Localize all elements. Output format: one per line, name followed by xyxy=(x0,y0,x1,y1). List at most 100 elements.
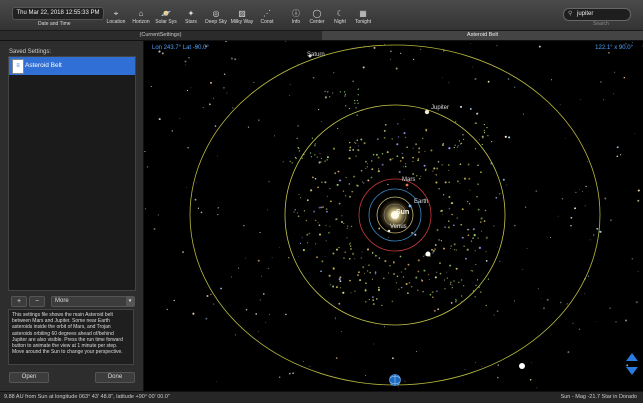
settings-description[interactable]: This settings file shows the main Astero… xyxy=(8,309,134,365)
star xyxy=(173,299,175,302)
star xyxy=(234,334,236,336)
sky-view[interactable]: Saturn Jupiter Mars Earth Sun Venus Lon … xyxy=(144,40,643,391)
asteroid xyxy=(400,286,403,289)
asteroid xyxy=(432,249,435,252)
solar-system-button[interactable]: 🪐 Solar Sys xyxy=(153,9,179,27)
star xyxy=(400,52,402,54)
star xyxy=(352,149,355,151)
star xyxy=(626,364,629,367)
asteroid xyxy=(435,174,438,176)
star xyxy=(315,243,317,245)
trojan-asteroid xyxy=(482,137,484,139)
search-input[interactable]: ⚲ jupiter xyxy=(563,8,631,21)
asteroid xyxy=(346,237,348,239)
sky-canvas[interactable]: Saturn Jupiter Mars Earth Sun Venus xyxy=(144,40,643,391)
star xyxy=(602,99,604,101)
star xyxy=(412,58,415,61)
galaxy-icon: ◎ xyxy=(212,9,220,18)
asteroid xyxy=(377,156,380,159)
asteroid xyxy=(320,206,323,209)
trojan-asteroid xyxy=(451,287,453,289)
asteroid xyxy=(402,166,405,168)
star xyxy=(631,258,633,260)
deep-sky-button[interactable]: ◎ Deep Sky xyxy=(203,9,229,27)
star xyxy=(223,73,226,75)
asteroid xyxy=(448,196,451,198)
asteroid xyxy=(420,175,422,177)
star xyxy=(550,236,552,239)
asteroid xyxy=(371,296,374,299)
star xyxy=(637,271,639,273)
asteroid xyxy=(342,291,345,294)
star xyxy=(404,380,406,382)
mars-marker[interactable] xyxy=(405,183,409,187)
star xyxy=(609,307,611,309)
done-button[interactable]: Done xyxy=(95,372,135,383)
star xyxy=(442,213,444,215)
asteroid xyxy=(336,218,338,220)
star xyxy=(481,365,483,367)
trojan-asteroid xyxy=(483,130,485,132)
asteroid xyxy=(456,180,459,183)
bright-star-2[interactable] xyxy=(519,363,525,369)
asteroid xyxy=(455,267,458,270)
asteroid xyxy=(391,138,393,140)
more-dropdown[interactable]: More ▾ xyxy=(51,296,135,307)
bright-star[interactable] xyxy=(425,251,431,257)
stars-button[interactable]: ✦ Stars xyxy=(178,9,204,27)
asteroid xyxy=(403,132,406,135)
star xyxy=(585,185,587,188)
asteroid xyxy=(337,170,340,173)
star xyxy=(217,214,219,216)
star xyxy=(287,257,290,259)
asteroid xyxy=(398,288,400,291)
star xyxy=(190,87,192,89)
star xyxy=(267,268,269,269)
globe-icon[interactable] xyxy=(389,374,401,386)
remove-button[interactable]: − xyxy=(29,296,45,307)
star xyxy=(477,164,479,167)
star xyxy=(273,135,276,137)
asteroid xyxy=(341,221,343,223)
star xyxy=(395,67,398,70)
const-button[interactable]: ⋰ Const xyxy=(254,9,280,27)
star xyxy=(538,45,541,48)
star xyxy=(496,310,499,313)
open-button[interactable]: Open xyxy=(9,372,49,383)
asteroid xyxy=(332,267,335,270)
asteroid xyxy=(306,199,309,202)
star xyxy=(210,293,212,296)
asteroid xyxy=(460,223,463,226)
tab-asteroid-belt[interactable]: Asteroid Belt xyxy=(322,31,643,40)
star xyxy=(435,271,438,273)
datetime-field[interactable]: Thu Mar 22, 2018 12:55:33 PM xyxy=(12,7,104,20)
jupiter-marker[interactable] xyxy=(424,109,430,115)
saved-settings-list[interactable]: ≡ Asteroid Belt xyxy=(8,56,136,291)
star xyxy=(407,188,408,189)
trojan-asteroid xyxy=(453,280,455,282)
star xyxy=(318,161,321,164)
add-button[interactable]: + xyxy=(11,296,27,307)
horizon-button[interactable]: ⌂ Horizon xyxy=(128,9,154,27)
asteroid xyxy=(415,276,418,279)
star xyxy=(635,301,638,304)
asteroid xyxy=(371,168,374,171)
tab-current-settings[interactable]: (CurrentSettings) xyxy=(0,31,321,40)
asteroid xyxy=(386,151,389,154)
star xyxy=(474,362,476,364)
asteroid xyxy=(434,244,437,246)
asteroid xyxy=(412,173,415,175)
milky-way-button[interactable]: ▨ Milky Way xyxy=(229,9,255,27)
asteroid xyxy=(318,233,322,236)
star xyxy=(595,320,597,322)
asteroid xyxy=(392,261,395,264)
list-item-asteroid-belt[interactable]: ≡ Asteroid Belt xyxy=(9,57,135,75)
asteroid xyxy=(417,270,420,273)
location-button[interactable]: ⌖ Location xyxy=(103,9,129,27)
earth-marker[interactable] xyxy=(408,204,412,208)
tonight-button[interactable]: ▦ Tonight xyxy=(350,9,376,27)
trojan-asteroid xyxy=(357,102,359,104)
trojan-asteroid xyxy=(481,143,483,146)
venus-marker[interactable] xyxy=(387,229,391,233)
star xyxy=(522,113,524,115)
